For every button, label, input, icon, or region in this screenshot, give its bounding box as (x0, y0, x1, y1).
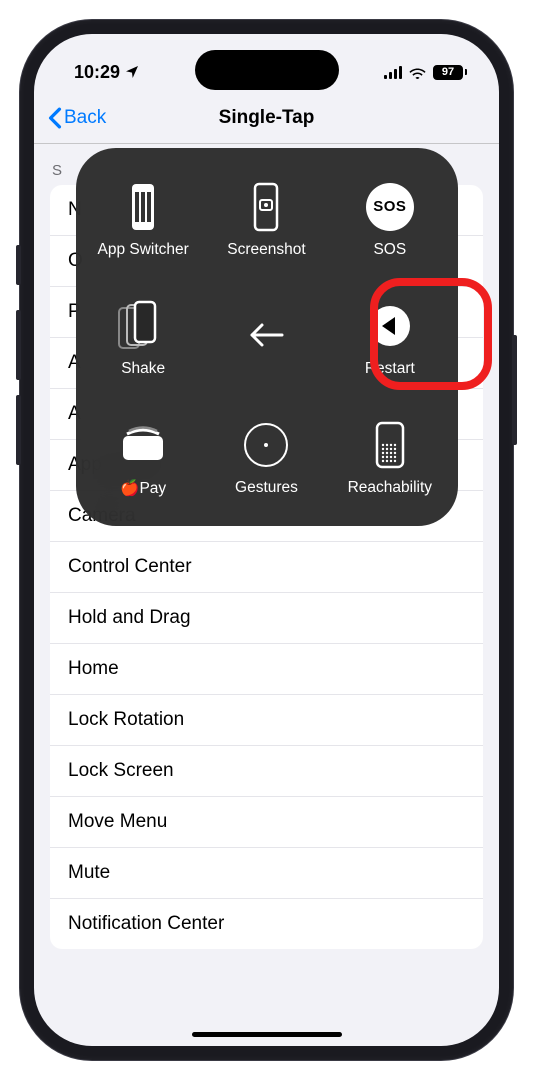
location-icon (124, 64, 140, 80)
page-title: Single-Tap (219, 107, 315, 129)
at-reachability[interactable]: Reachability (328, 401, 451, 516)
list-item[interactable]: Home (50, 644, 483, 695)
at-label: Gestures (235, 479, 298, 497)
app-switcher-icon (125, 181, 161, 233)
list-item[interactable]: Mute (50, 848, 483, 899)
at-back[interactable] (205, 281, 328, 396)
back-label: Back (64, 107, 106, 129)
mute-switch (16, 245, 21, 285)
apple-pay-icon (119, 419, 167, 471)
list-item[interactable]: Lock Rotation (50, 695, 483, 746)
at-label: Reachability (348, 479, 432, 497)
annotation-highlight (370, 278, 492, 390)
volume-up-button (16, 310, 21, 380)
cellular-signal-icon (384, 66, 403, 79)
at-screenshot[interactable]: Screenshot (205, 162, 328, 277)
shake-icon (113, 300, 173, 352)
power-button (512, 335, 517, 445)
at-gestures[interactable]: Gestures (205, 401, 328, 516)
list-item[interactable]: Move Menu (50, 797, 483, 848)
at-sos[interactable]: SOS SOS (328, 162, 451, 277)
reachability-icon (373, 419, 407, 471)
back-arrow-icon (246, 309, 286, 361)
list-item[interactable]: Notification Center (50, 899, 483, 949)
at-label: Shake (121, 360, 165, 378)
nav-header: Back Single-Tap (34, 92, 499, 144)
list-item[interactable]: Lock Screen (50, 746, 483, 797)
screenshot-icon (248, 181, 284, 233)
at-label: SOS (373, 241, 406, 259)
status-time: 10:29 (74, 62, 120, 83)
at-label: Screenshot (227, 241, 305, 259)
list-item[interactable]: Hold and Drag (50, 593, 483, 644)
back-button[interactable]: Back (48, 107, 106, 129)
chevron-left-icon (48, 107, 62, 129)
at-shake[interactable]: Shake (82, 281, 205, 396)
list-item[interactable]: Control Center (50, 542, 483, 593)
screen: 10:29 97 Back Single-Tap S (34, 34, 499, 1046)
phone-frame: 10:29 97 Back Single-Tap S (20, 20, 513, 1060)
volume-down-button (16, 395, 21, 465)
battery-indicator: 97 (433, 65, 467, 80)
gestures-icon (244, 419, 288, 471)
at-apple-pay[interactable]: 🍎Pay (82, 401, 205, 516)
at-label: App Switcher (98, 241, 189, 259)
dynamic-island (195, 50, 339, 90)
home-indicator[interactable] (192, 1032, 342, 1037)
sos-icon: SOS (366, 181, 414, 233)
at-app-switcher[interactable]: App Switcher (82, 162, 205, 277)
at-label: 🍎Pay (120, 479, 166, 498)
wifi-icon (408, 65, 427, 79)
